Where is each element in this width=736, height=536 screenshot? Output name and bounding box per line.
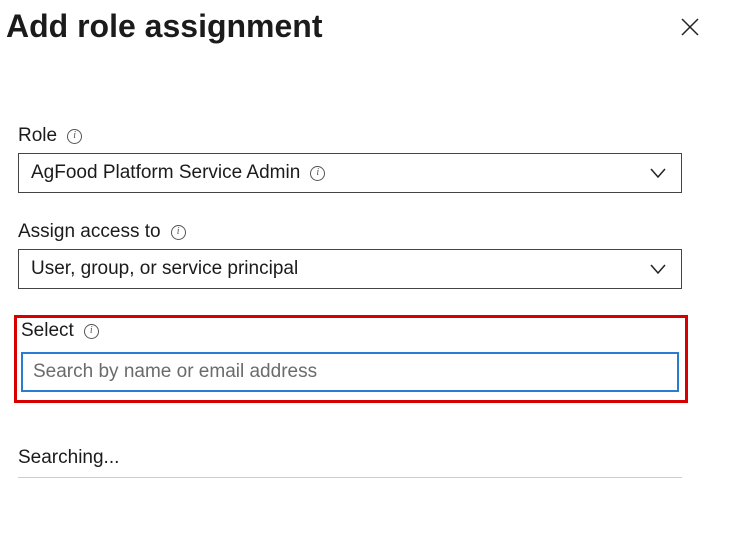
select-search-input[interactable] bbox=[21, 352, 679, 392]
close-icon bbox=[680, 17, 700, 37]
select-highlight: Select i bbox=[14, 315, 688, 403]
select-label: Select bbox=[21, 320, 74, 342]
info-icon[interactable]: i bbox=[67, 129, 82, 144]
assign-access-dropdown[interactable]: User, group, or service principal bbox=[18, 249, 682, 289]
info-icon[interactable]: i bbox=[84, 324, 99, 339]
role-dropdown[interactable]: AgFood Platform Service Admin i bbox=[18, 153, 682, 193]
role-value: AgFood Platform Service Admin bbox=[31, 162, 300, 184]
assign-access-label: Assign access to bbox=[18, 221, 161, 243]
info-icon: i bbox=[310, 166, 325, 181]
page-title: Add role assignment bbox=[6, 8, 323, 45]
chevron-down-icon bbox=[647, 258, 669, 280]
chevron-down-icon bbox=[647, 162, 669, 184]
role-label: Role bbox=[18, 125, 57, 147]
assign-access-value: User, group, or service principal bbox=[31, 258, 298, 280]
searching-status: Searching... bbox=[18, 447, 682, 478]
info-icon[interactable]: i bbox=[171, 225, 186, 240]
close-button[interactable] bbox=[680, 17, 700, 37]
